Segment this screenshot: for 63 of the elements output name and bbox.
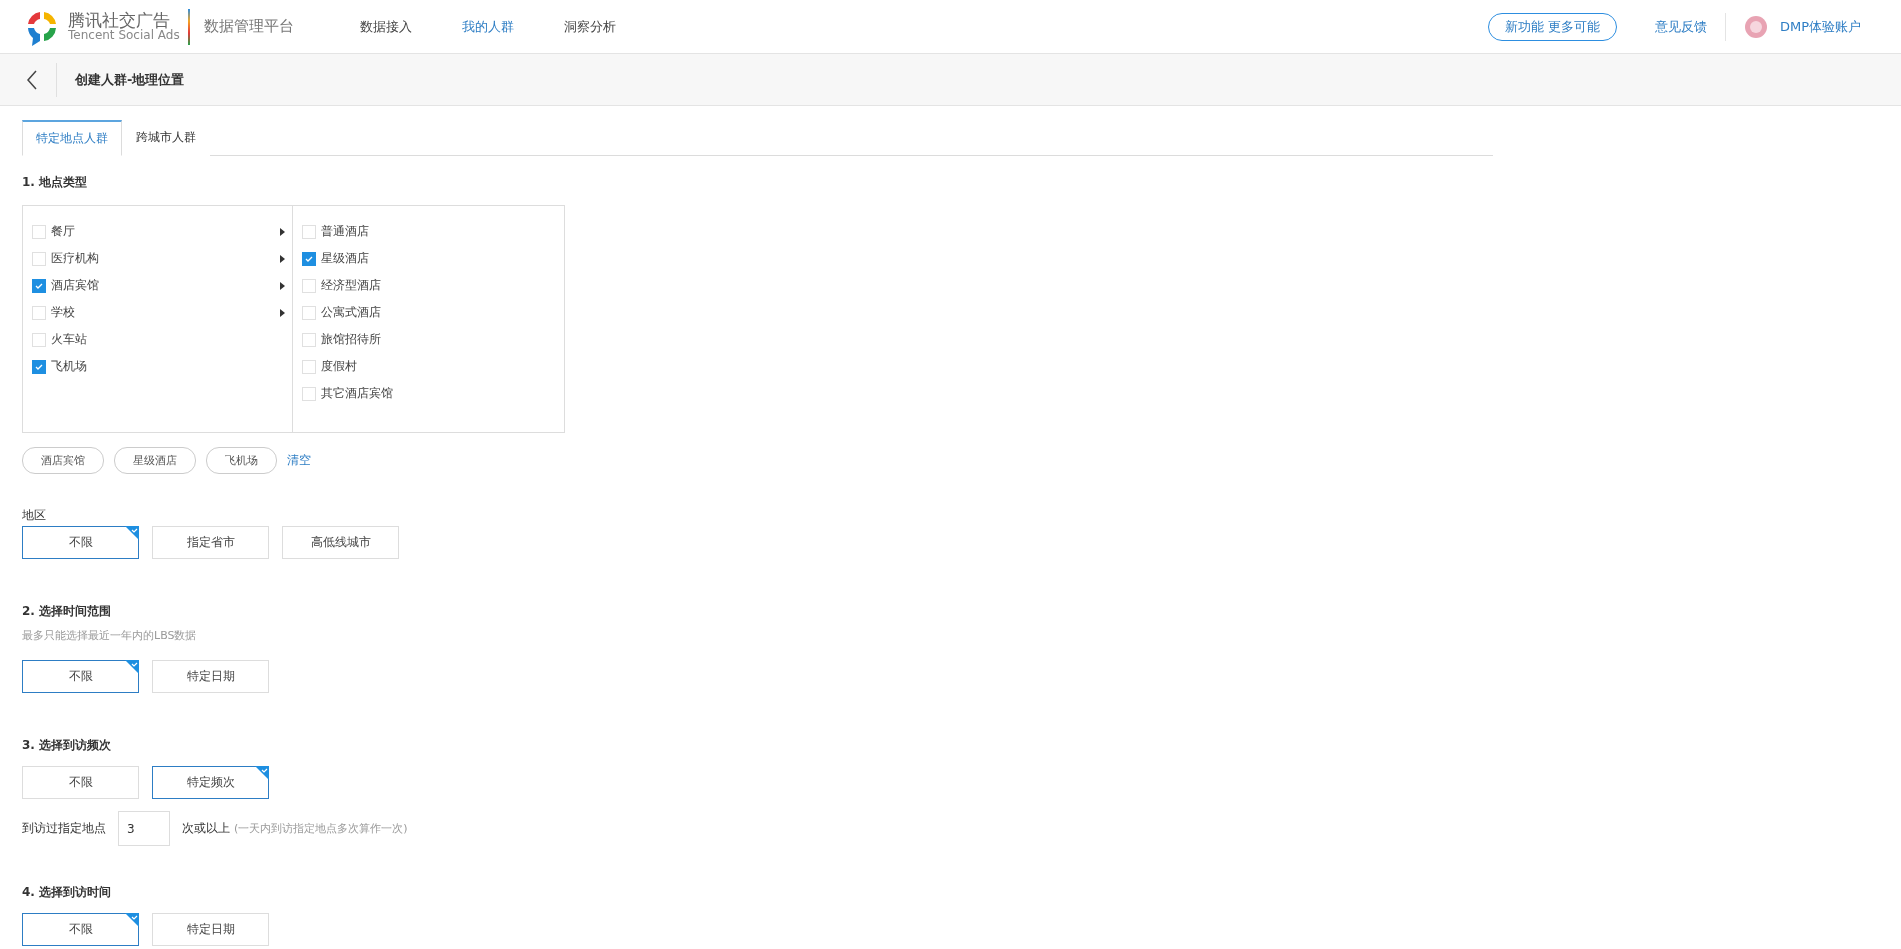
clear-link[interactable]: 清空 bbox=[287, 452, 311, 469]
platform-name: 数据管理平台 bbox=[203, 17, 294, 36]
caret-right-icon[interactable] bbox=[280, 308, 285, 317]
checkmark-icon bbox=[35, 282, 43, 289]
option-label: 飞机场 bbox=[51, 358, 87, 375]
checkbox[interactable] bbox=[302, 251, 316, 266]
section-note: 最多只能选择最近一年内的LBS数据 bbox=[22, 628, 198, 643]
checkmark-icon bbox=[35, 363, 43, 370]
hint-text: (一天内到访指定地点多次算作一次) bbox=[234, 821, 408, 836]
option-button[interactable]: 特定频次 bbox=[152, 766, 269, 799]
logo-subtitle: Tencent Social Ads bbox=[68, 29, 180, 43]
option-label: 酒店宾馆 bbox=[51, 277, 99, 294]
tab[interactable]: 特定地点人群 bbox=[22, 120, 122, 156]
corner-check-icon bbox=[255, 766, 269, 780]
option-label: 度假村 bbox=[321, 358, 357, 375]
option-button[interactable]: 特定日期 bbox=[152, 913, 269, 946]
option-button[interactable]: 指定省市 bbox=[152, 526, 269, 559]
selected-tag[interactable]: 酒店宾馆 bbox=[22, 447, 104, 474]
option-label: 星级酒店 bbox=[321, 250, 369, 267]
option-button[interactable]: 不限 bbox=[22, 913, 139, 946]
nav-item[interactable]: 数据接入 bbox=[359, 17, 412, 36]
section-title: 4. 选择到访时间 bbox=[22, 884, 113, 901]
section-title: 3. 选择到访频次 bbox=[22, 737, 113, 754]
account-name[interactable]: DMP体验账户 bbox=[1779, 17, 1861, 36]
input-field[interactable]: 3 bbox=[118, 811, 170, 846]
selected-tag[interactable]: 星级酒店 bbox=[114, 447, 196, 474]
option-button[interactable]: 不限 bbox=[22, 660, 139, 693]
checkbox[interactable] bbox=[32, 359, 46, 374]
checkbox[interactable] bbox=[32, 278, 46, 293]
feedback-link[interactable]: 意见反馈 bbox=[1654, 17, 1707, 36]
corner-check-icon bbox=[125, 913, 139, 927]
corner-check-icon bbox=[125, 526, 139, 540]
new-feature-button[interactable]: 新功能 更多可能 bbox=[1487, 12, 1617, 41]
option-button[interactable]: 特定日期 bbox=[152, 660, 269, 693]
nav-item[interactable]: 洞察分析 bbox=[563, 17, 616, 36]
selected-tag[interactable]: 飞机场 bbox=[206, 447, 277, 474]
option-label: 公寓式酒店 bbox=[321, 304, 381, 321]
option-label: 其它酒店宾馆 bbox=[321, 385, 393, 402]
option-label: 经济型酒店 bbox=[321, 277, 381, 294]
option-button[interactable]: 不限 bbox=[22, 526, 139, 559]
option-label: 旅馆招待所 bbox=[321, 331, 381, 348]
section-title: 1. 地点类型 bbox=[22, 174, 89, 191]
option-label: 医疗机构 bbox=[51, 250, 99, 267]
option-label: 火车站 bbox=[51, 331, 87, 348]
option-label: 学校 bbox=[51, 304, 75, 321]
checkmark-icon bbox=[305, 255, 313, 262]
back-icon[interactable] bbox=[26, 69, 38, 90]
logo-name: 腾讯社交广告 bbox=[68, 10, 170, 30]
field-label: 到访过指定地点 bbox=[22, 820, 106, 837]
section-title: 2. 选择时间范围 bbox=[22, 603, 113, 620]
option-button[interactable]: 高低线城市 bbox=[282, 526, 399, 559]
avatar-icon[interactable] bbox=[1743, 14, 1768, 39]
option-label: 餐厅 bbox=[51, 223, 75, 240]
corner-check-icon bbox=[125, 660, 139, 674]
page-title: 创建人群-地理位置 bbox=[75, 70, 185, 89]
caret-right-icon[interactable] bbox=[280, 254, 285, 263]
caret-right-icon[interactable] bbox=[280, 281, 285, 290]
nav-item[interactable]: 我的人群 bbox=[461, 17, 514, 36]
option-button[interactable]: 不限 bbox=[22, 766, 139, 799]
field-suffix: 次或以上 bbox=[182, 820, 230, 837]
caret-right-icon[interactable] bbox=[280, 227, 285, 236]
field-label: 地区 bbox=[22, 507, 47, 524]
option-label: 普通酒店 bbox=[321, 223, 369, 240]
